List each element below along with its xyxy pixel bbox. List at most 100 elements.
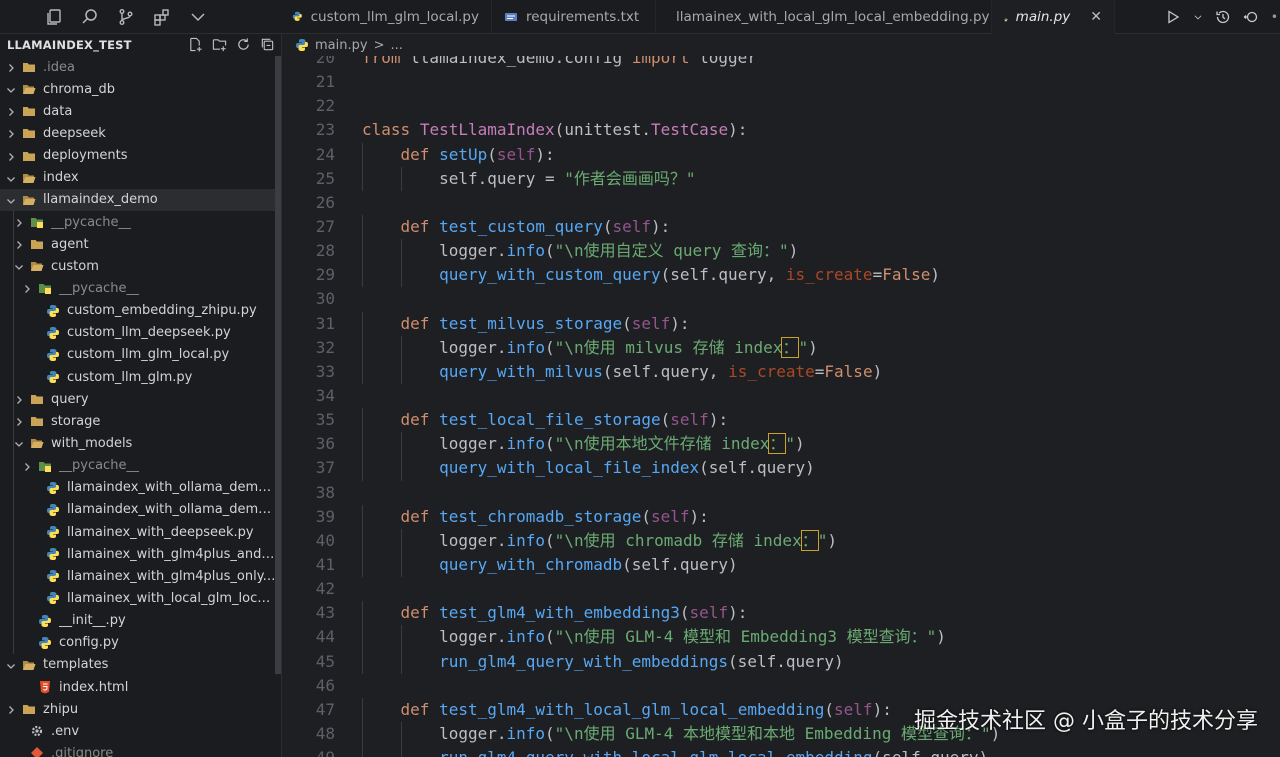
tree-file[interactable]: custom_embedding_zhipu.py (0, 300, 281, 322)
tab-requirements-txt[interactable]: requirements.txt (492, 0, 656, 34)
chevron-down-icon[interactable] (6, 173, 16, 183)
code-line[interactable]: 21 (283, 70, 1280, 94)
sidebar-scrollbar[interactable] (275, 56, 281, 674)
code-line[interactable]: 45 run_glm4_query_with_embeddings(self.q… (283, 649, 1280, 674)
chevron-right-icon[interactable] (22, 283, 32, 294)
search-icon[interactable] (80, 8, 99, 27)
code-line[interactable]: 46 (283, 674, 1280, 698)
code-line[interactable]: 23 class TestLlamaIndex(unittest.TestCase… (283, 118, 1280, 142)
chevron-down-icon[interactable] (188, 8, 207, 27)
tree-folder[interactable]: deepseek (0, 122, 281, 144)
chevron-right-icon[interactable] (6, 106, 16, 117)
code-line[interactable]: 35 def test_local_file_storage(self): (283, 408, 1280, 433)
tree-folder[interactable]: zhipu (0, 698, 281, 720)
chevron-right-icon[interactable] (6, 62, 16, 73)
tree-folder[interactable]: __pycache__ (0, 277, 281, 299)
tree-folder[interactable]: data (0, 100, 281, 122)
revert-icon[interactable] (1243, 9, 1259, 25)
tab-llamainex-with-local-glm-local-embedding-py[interactable]: llamainex_with_local_glm_local_embedding… (656, 0, 992, 35)
chevron-right-icon[interactable] (6, 704, 16, 715)
tree-folder[interactable]: deployments (0, 145, 281, 167)
code-line[interactable]: 32 logger.info("\n使用 milvus 存储 index：") (283, 335, 1280, 360)
tree-file[interactable]: custom_llm_deepseek.py (0, 322, 281, 344)
code-editor[interactable]: 20 from llamaindex_demo.config import log… (283, 34, 1280, 757)
tree-file[interactable]: llamaindex_with_ollama_demo_v1.... (0, 477, 281, 499)
code-line[interactable]: 44 logger.info("\n使用 GLM-4 模型和 Embedding… (283, 625, 1280, 650)
close-icon[interactable]: ✕ (1090, 9, 1102, 25)
tree-folder[interactable]: custom (0, 255, 281, 277)
more-actions-icon[interactable]: • (1271, 10, 1278, 24)
tree-file[interactable]: llamaindex_with_ollama_demo_v2.... (0, 499, 281, 521)
tree-file[interactable]: .gitignore (0, 742, 281, 757)
new-folder-icon[interactable] (211, 36, 227, 52)
tree-file[interactable]: llamainex_with_deepseek.py (0, 521, 281, 543)
code-line[interactable]: 27 def test_custom_query(self): (283, 214, 1280, 240)
tab-main-py[interactable]: main.py ✕ (992, 0, 1115, 34)
tree-folder[interactable]: index (0, 167, 281, 189)
tree-folder[interactable]: chroma_db (0, 78, 281, 100)
code-line[interactable]: 29 query_with_custom_query(self.query, i… (283, 263, 1280, 288)
run-icon[interactable] (1165, 9, 1181, 25)
tree-folder[interactable]: __pycache__ (0, 211, 281, 233)
files-icon[interactable] (44, 8, 63, 27)
chevron-right-icon[interactable] (14, 416, 24, 427)
tree-file[interactable]: .env (0, 720, 281, 742)
tree-file[interactable]: config.py (0, 632, 281, 654)
code-line[interactable]: 43 def test_glm4_with_embedding3(self): (283, 601, 1280, 626)
code-line[interactable]: 25 self.query = "作者会画画吗？" (283, 166, 1280, 191)
tree-folder[interactable]: __pycache__ (0, 455, 281, 477)
code-line[interactable]: 34 (283, 384, 1280, 408)
tree-file[interactable]: index.html (0, 676, 281, 698)
tree-folder[interactable]: with_models (0, 432, 281, 454)
source-control-icon[interactable] (116, 8, 135, 27)
code-line[interactable]: 37 query_with_local_file_index(self.quer… (283, 456, 1280, 481)
code-line[interactable]: 31 def test_milvus_storage(self): (283, 311, 1280, 336)
chevron-right-icon[interactable] (22, 461, 32, 471)
chevron-right-icon[interactable] (6, 128, 16, 139)
chevron-down-icon[interactable] (14, 261, 24, 271)
code-line[interactable]: 28 logger.info("\n使用自定义 query 查询：") (283, 239, 1280, 264)
code-line[interactable]: 30 (283, 287, 1280, 311)
refresh-icon[interactable] (235, 36, 251, 52)
tab-custom-llm-glm-local-py[interactable]: custom_llm_glm_local.py (280, 0, 492, 34)
tree-file[interactable]: custom_llm_glm_local.py (0, 344, 281, 366)
tree-file[interactable]: llamainex_with_glm4plus_and_em... (0, 543, 281, 565)
chevron-down-icon[interactable] (6, 195, 16, 205)
code-line[interactable]: 41 query_with_chromadb(self.query) (283, 552, 1280, 578)
code-line[interactable]: 22 (283, 94, 1280, 118)
chevron-down-icon[interactable] (1193, 12, 1203, 22)
code-line[interactable]: 38 (283, 481, 1280, 505)
chevron-down-icon[interactable] (14, 438, 24, 448)
chevron-right-icon[interactable] (14, 239, 24, 250)
code-line[interactable]: 40 logger.info("\n使用 chromadb 存储 index："… (283, 528, 1280, 553)
tree-file[interactable]: llamainex_with_glm4plus_only.py (0, 565, 281, 587)
collapse-all-icon[interactable] (259, 36, 275, 52)
tree-folder[interactable]: llamaindex_demo (0, 188, 281, 211)
code-line[interactable]: 36 logger.info("\n使用本地文件存储 index：") (283, 432, 1280, 457)
line-number: 25 (315, 168, 335, 188)
tree-file[interactable]: llamainex_with_local_glm_local_e... (0, 587, 281, 609)
tree-file[interactable]: custom_llm_glm.py (0, 366, 281, 388)
breadcrumb-file[interactable]: main.py (315, 38, 368, 53)
tree-folder[interactable]: .idea (0, 56, 281, 78)
history-icon[interactable] (1215, 9, 1231, 25)
chevron-right-icon[interactable] (14, 217, 24, 228)
extensions-icon[interactable] (152, 8, 171, 27)
chevron-right-icon[interactable] (14, 394, 24, 405)
code-line[interactable]: 42 (283, 577, 1280, 601)
tree-folder[interactable]: storage (0, 410, 281, 432)
breadcrumb-symbol[interactable]: ... (390, 38, 402, 53)
tree-folder[interactable]: templates (0, 654, 281, 676)
code-line[interactable]: 39 def test_chromadb_storage(self): (283, 504, 1280, 529)
chevron-down-icon[interactable] (6, 660, 16, 670)
tree-folder[interactable]: query (0, 388, 281, 410)
code-line[interactable]: 49 run_glm4_query_with_local_glm_local_e… (283, 746, 1280, 757)
chevron-right-icon[interactable] (6, 151, 16, 161)
code-line[interactable]: 24 def setUp(self): (283, 142, 1280, 167)
chevron-down-icon[interactable] (6, 84, 16, 94)
tree-folder[interactable]: agent (0, 233, 281, 255)
code-line[interactable]: 26 (283, 191, 1280, 215)
tree-file[interactable]: __init__.py (0, 610, 281, 632)
new-file-icon[interactable] (187, 36, 203, 52)
code-line[interactable]: 33 query_with_milvus(self.query, is_crea… (283, 359, 1280, 384)
